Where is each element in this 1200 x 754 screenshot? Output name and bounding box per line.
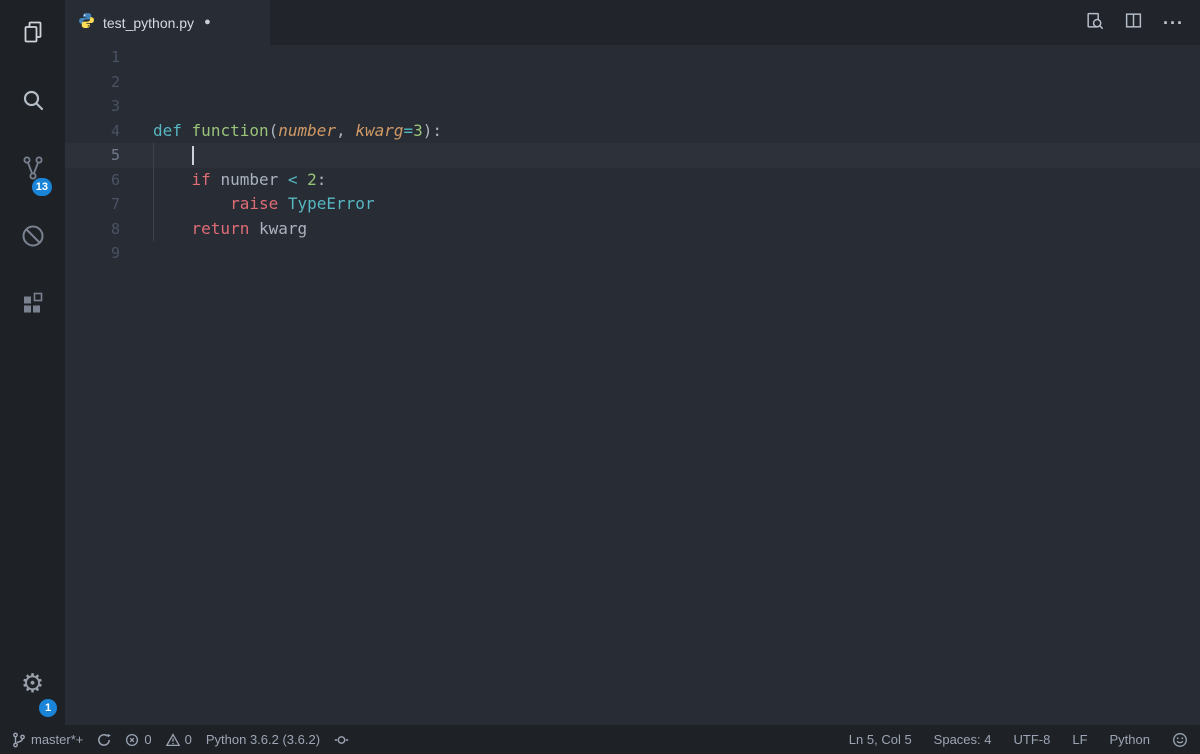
warning-count: 0 [185,732,192,747]
settings-badge: 1 [39,699,57,717]
line-number: 3 [65,94,120,119]
code-content [120,241,153,266]
tab-bar: test_python.py ● [65,0,1200,45]
line-number: 6 [65,168,120,193]
code-content [120,94,153,119]
code-line[interactable]: 5 [65,143,1200,168]
line-number: 2 [65,70,120,95]
interpreter-label: Python 3.6.2 (3.6.2) [206,732,320,747]
code-line[interactable]: 9 [65,241,1200,266]
debug-icon [19,222,47,250]
editor-lines: 1234def function(number, kwarg=3):5 6 if… [65,45,1200,266]
problems-errors[interactable]: 0 [125,732,151,747]
line-number: 1 [65,45,120,70]
code-line[interactable]: 3 [65,94,1200,119]
sidebar-item-extensions[interactable] [0,276,65,332]
code-content: def function(number, kwarg=3): [120,119,442,144]
code-line[interactable]: 1 [65,45,1200,70]
warning-icon [166,733,180,747]
tab-test-python[interactable]: test_python.py ● [65,0,270,45]
split-editor-button[interactable] [1124,11,1143,35]
cursor-position[interactable]: Ln 5, Col 5 [849,732,912,747]
sync-icon [97,733,111,747]
code-content [120,70,153,95]
code-editor[interactable]: 1234def function(number, kwarg=3):5 6 if… [65,45,1200,725]
code-content [120,45,153,70]
extensions-icon [19,290,47,318]
eol-setting[interactable]: LF [1072,732,1087,747]
error-count: 0 [144,732,151,747]
sidebar-item-search[interactable] [0,72,65,128]
more-actions-button[interactable]: ··· [1163,14,1184,32]
activity-bar: 13 [0,0,65,725]
target-icon [334,733,349,747]
code-content [120,143,192,168]
git-branch-status[interactable]: master*+ [12,732,83,748]
code-line[interactable]: 6 if number < 2: [65,168,1200,193]
indentation-setting[interactable]: Spaces: 4 [934,732,992,747]
sidebar-item-debug[interactable] [0,208,65,264]
line-number: 5 [65,143,120,168]
code-content: return kwarg [120,217,307,242]
error-icon [125,733,139,747]
tab-filename: test_python.py [103,15,194,31]
git-branch-icon [12,732,26,748]
open-preview-button[interactable] [1085,11,1104,35]
status-bar: master*+ 0 [0,725,1200,754]
gear-icon: ⚙ [21,670,44,696]
settings-button[interactable]: ⚙ 1 [0,655,65,711]
code-line[interactable]: 7 raise TypeError [65,192,1200,217]
vscode-window: 13 [0,0,1200,754]
feedback-button[interactable] [1172,732,1188,748]
python-file-icon [78,12,95,34]
python-interpreter[interactable]: Python 3.6.2 (3.6.2) [206,732,320,747]
line-number: 4 [65,119,120,144]
problems-warnings[interactable]: 0 [166,732,192,747]
more-actions-icon: ··· [1163,14,1184,32]
files-icon [19,18,47,46]
code-content: raise TypeError [120,192,375,217]
line-number: 8 [65,217,120,242]
line-number: 9 [65,241,120,266]
scm-badge: 13 [32,178,52,196]
branch-label: master*+ [31,732,83,747]
modified-dot: ● [204,17,211,28]
language-mode[interactable]: Python [1110,732,1150,747]
code-content: if number < 2: [120,168,326,193]
sidebar-item-explorer[interactable] [0,4,65,60]
search-icon [19,86,47,114]
code-line[interactable]: 2 [65,70,1200,95]
split-editor-icon [1124,11,1143,35]
code-line[interactable]: 4def function(number, kwarg=3): [65,119,1200,144]
encoding-setting[interactable]: UTF-8 [1014,732,1051,747]
open-preview-icon [1085,11,1104,35]
linter-button[interactable] [334,733,349,747]
sidebar-item-source-control[interactable]: 13 [0,140,65,196]
text-cursor [192,146,194,165]
line-number: 7 [65,192,120,217]
sync-button[interactable] [97,733,111,747]
smiley-icon [1172,732,1188,748]
code-line[interactable]: 8 return kwarg [65,217,1200,242]
